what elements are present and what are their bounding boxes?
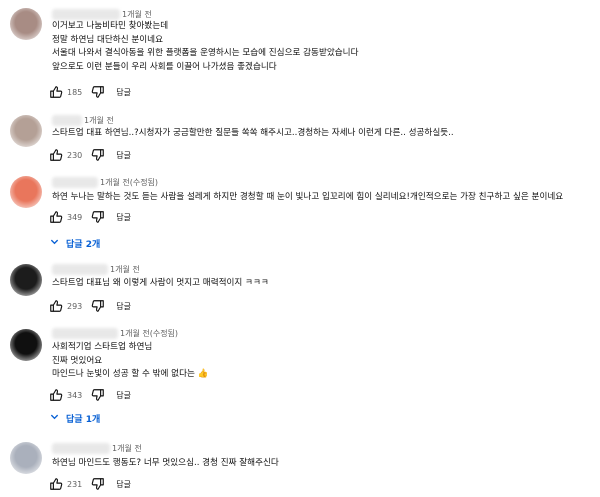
- dislike-icon[interactable]: [90, 147, 106, 163]
- like-icon[interactable]: [48, 476, 64, 492]
- like-icon[interactable]: [48, 209, 64, 225]
- comment-line: 사회적기업 스타트업 하연님: [52, 342, 153, 352]
- comment-line: 스타트업 대표 하연님..?시청자가 궁금할만한 질문들 쏙쏙 해주시고..경청…: [52, 128, 454, 138]
- reply-button[interactable]: 답글: [116, 87, 131, 98]
- view-replies-button[interactable]: 답글 1개: [50, 410, 100, 426]
- comment-text: 하연 누나는 말하는 것도 듣는 사람을 설레게 하지만 경청할 때 눈이 빛나…: [52, 191, 563, 205]
- reply-button[interactable]: 답글: [116, 150, 131, 161]
- dislike-icon[interactable]: [90, 298, 106, 314]
- timestamp[interactable]: 1개월 전(수정됨): [120, 328, 178, 339]
- like-count: 349: [67, 212, 83, 222]
- like-count: 230: [67, 150, 83, 160]
- comment-line: 이거보고 나눔비타민 찾아봤는데: [52, 21, 169, 31]
- author-name-redacted[interactable]: [52, 442, 110, 454]
- like-count: 343: [67, 390, 83, 400]
- dislike-icon[interactable]: [90, 476, 106, 492]
- comment-actions: 293 답글: [48, 298, 131, 314]
- comment-text: 사회적기업 스타트업 하연님진짜 멋있어요마인드나 눈빛이 성공 할 수 밖에 …: [52, 341, 208, 382]
- author-name-redacted[interactable]: [52, 176, 98, 188]
- timestamp[interactable]: 1개월 전: [84, 115, 114, 126]
- comment-header: 1개월 전(수정됨): [52, 325, 178, 341]
- comment-actions: 230 답글: [48, 147, 131, 163]
- reply-button[interactable]: 답글: [116, 301, 131, 312]
- avatar[interactable]: [10, 442, 42, 474]
- chevron-down-icon: [50, 412, 59, 424]
- reply-button[interactable]: 답글: [116, 212, 131, 223]
- like-icon[interactable]: [48, 298, 64, 314]
- avatar[interactable]: [10, 329, 42, 361]
- reply-button[interactable]: 답글: [116, 479, 131, 490]
- author-name-redacted[interactable]: [52, 327, 118, 339]
- reply-button[interactable]: 답글: [116, 390, 131, 401]
- author-name-redacted[interactable]: [52, 8, 120, 20]
- comment-text: 하연님 마인드도 행동도? 너무 멋있으심.. 경청 진짜 잘해주신다: [52, 457, 279, 471]
- view-replies-button[interactable]: 답글 2개: [50, 235, 100, 251]
- author-name-redacted[interactable]: [52, 263, 108, 275]
- comment-line: 스타트업 대표님 왜 이렇게 사람이 멋지고 매력적이지 ㅋㅋㅋ: [52, 278, 269, 288]
- dislike-icon[interactable]: [90, 209, 106, 225]
- comment-actions: 349 답글: [48, 209, 131, 225]
- like-icon[interactable]: [48, 387, 64, 403]
- timestamp[interactable]: 1개월 전(수정됨): [100, 177, 158, 188]
- like-icon[interactable]: [48, 147, 64, 163]
- avatar[interactable]: [10, 8, 42, 40]
- avatar[interactable]: [10, 176, 42, 208]
- timestamp[interactable]: 1개월 전: [122, 9, 152, 20]
- comment-line: 하연님 마인드도 행동도? 너무 멋있으심.. 경청 진짜 잘해주신다: [52, 458, 279, 468]
- comment-actions: 185 답글: [48, 84, 131, 100]
- timestamp[interactable]: 1개월 전: [112, 443, 142, 454]
- comment-line: 마인드나 눈빛이 성공 할 수 밖에 없다는 👍: [52, 369, 209, 380]
- replies-label: 답글 2개: [66, 239, 101, 250]
- comment-header: 1개월 전: [52, 112, 114, 128]
- comment-header: 1개월 전: [52, 440, 142, 456]
- replies-label: 답글 1개: [66, 414, 101, 425]
- avatar[interactable]: [10, 115, 42, 147]
- comment-text: 스타트업 대표님 왜 이렇게 사람이 멋지고 매력적이지 ㅋㅋㅋ: [52, 277, 269, 291]
- timestamp[interactable]: 1개월 전: [110, 264, 140, 275]
- comment-actions: 343 답글: [48, 387, 131, 403]
- author-name-redacted[interactable]: [52, 114, 82, 126]
- comment-actions: 231 답글: [48, 476, 131, 492]
- comment-text: 이거보고 나눔비타민 찾아봤는데정말 하연님 대단하신 분이네요서울대 나와서 …: [52, 20, 358, 74]
- dislike-icon[interactable]: [90, 84, 106, 100]
- like-count: 185: [67, 87, 83, 97]
- comment-line: 하연 누나는 말하는 것도 듣는 사람을 설레게 하지만 경청할 때 눈이 빛나…: [52, 192, 564, 202]
- dislike-icon[interactable]: [90, 387, 106, 403]
- comment-header: 1개월 전(수정됨): [52, 174, 158, 190]
- like-count: 293: [67, 301, 83, 311]
- comment-line: 서울대 나와서 결식아동을 위한 플랫폼을 운영하시는 모습에 진심으로 감동받…: [52, 48, 359, 59]
- comment-line: 앞으로도 이런 분들이 우리 사회를 이끌어 나가셨음 좋겠습니다: [52, 61, 277, 72]
- comment-line: 진짜 멋있어요: [52, 355, 103, 366]
- like-icon[interactable]: [48, 84, 64, 100]
- comment-text: 스타트업 대표 하연님..?시청자가 궁금할만한 질문들 쏙쏙 해주시고..경청…: [52, 127, 454, 141]
- avatar[interactable]: [10, 264, 42, 296]
- comment-line: 정말 하연님 대단하신 분이네요: [52, 34, 163, 45]
- comment-header: 1개월 전: [52, 261, 140, 277]
- chevron-down-icon: [50, 237, 59, 249]
- like-count: 231: [67, 479, 83, 489]
